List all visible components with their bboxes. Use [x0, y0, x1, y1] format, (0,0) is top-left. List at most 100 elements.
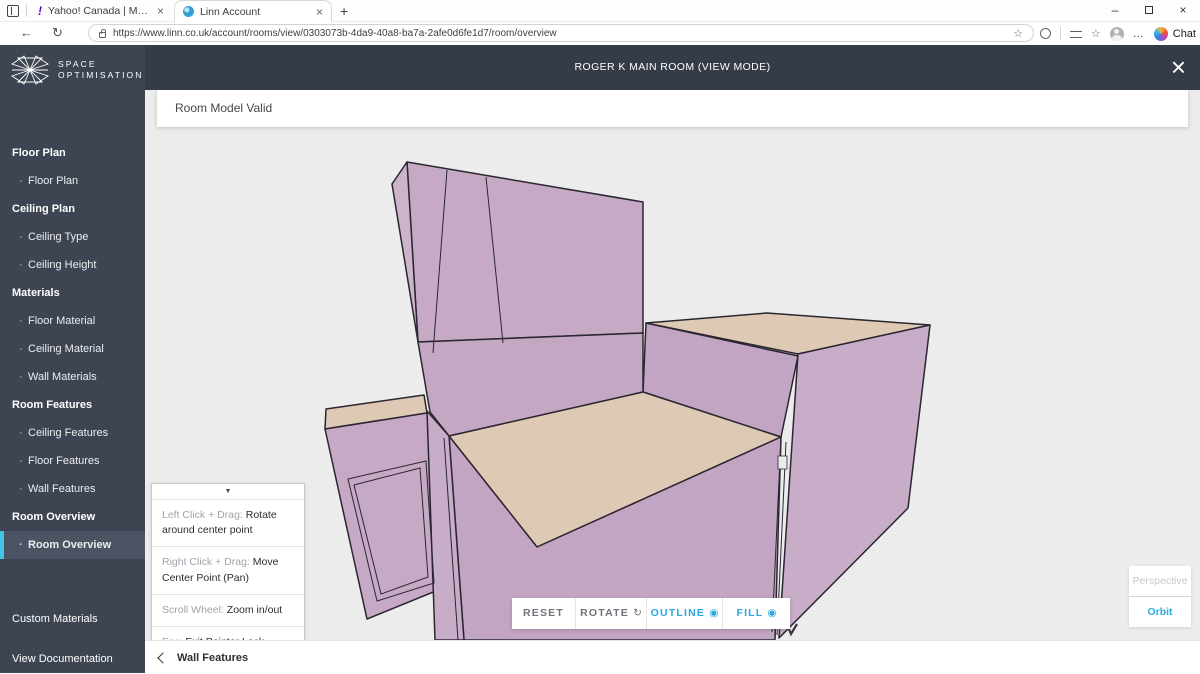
- camera-mode-buttons: Perspective Orbit: [1129, 566, 1191, 628]
- tab-actions-icon[interactable]: [7, 5, 19, 17]
- tab-linn-account[interactable]: Linn Account ×: [174, 0, 332, 22]
- sidebar-item-label: Ceiling Features: [28, 427, 108, 439]
- help-value: Zoom in/out: [227, 604, 282, 616]
- reset-button[interactable]: RESET: [512, 598, 575, 629]
- favorites-hub-icon[interactable]: ☆: [1091, 27, 1101, 40]
- collapse-caret-icon[interactable]: ▼: [152, 484, 304, 499]
- close-icon[interactable]: ×: [1171, 51, 1186, 83]
- rotate-icon: ↻: [633, 607, 642, 619]
- profile-avatar[interactable]: [1110, 27, 1124, 41]
- app-header: ROGER K MAIN ROOM (VIEW MODE) ×: [145, 45, 1200, 90]
- help-row-right-click-drag-: Right Click + Drag: Move Center Point (P…: [152, 546, 304, 593]
- reload-icon[interactable]: ↻: [52, 25, 63, 41]
- linn-favicon-icon: [183, 6, 194, 17]
- browser-essentials-icon[interactable]: [1040, 28, 1051, 39]
- sidebar-item-ceiling-type[interactable]: ·Ceiling Type: [0, 223, 145, 251]
- sidebar-section-materials: Materials: [0, 279, 145, 307]
- sidebar-section-ceiling-plan: Ceiling Plan: [0, 195, 145, 223]
- restore-button[interactable]: [1132, 0, 1166, 22]
- radio-on-icon: ◉: [767, 607, 776, 619]
- tab-title: Yahoo! Canada | Mail, Weather, Se: [48, 5, 151, 17]
- help-row-left-click-drag-: Left Click + Drag: Rotate around center …: [152, 499, 304, 546]
- sidebar-item-floor-features[interactable]: ·Floor Features: [0, 447, 145, 475]
- window-controls: – ×: [1098, 0, 1200, 22]
- linn-logo-icon: [10, 54, 50, 86]
- sidebar-item-wall-features[interactable]: · Wall Features: [0, 475, 145, 503]
- lock-icon: [99, 32, 106, 38]
- favorites-star-icon[interactable]: ☆: [1013, 27, 1023, 40]
- radio-on-icon: ◉: [709, 607, 718, 619]
- copilot-chat-button[interactable]: Chat: [1154, 27, 1196, 41]
- help-label: Left Click + Drag:: [162, 509, 246, 521]
- perspective-button[interactable]: Perspective: [1129, 566, 1191, 596]
- extensions-icon[interactable]: [1070, 29, 1082, 39]
- minimize-button[interactable]: –: [1098, 0, 1132, 22]
- divider: [1060, 27, 1061, 40]
- help-label: Scroll Wheel:: [162, 604, 227, 616]
- back-icon[interactable]: ←: [20, 25, 33, 40]
- divider: [26, 4, 27, 17]
- bullet-icon: ·: [19, 363, 23, 391]
- room-title: ROGER K MAIN ROOM (VIEW MODE): [145, 45, 1200, 90]
- status-banner: Room Model Valid: [157, 90, 1188, 127]
- back-label: Wall Features: [177, 652, 248, 664]
- sidebar-item-label: Ceiling Type: [28, 231, 88, 243]
- navbar-right-icons: ☆ … Chat: [1040, 22, 1196, 45]
- back-wall-features-link[interactable]: Wall Features: [159, 641, 248, 674]
- sidebar-item-ceiling-features[interactable]: · Ceiling Features: [0, 419, 145, 447]
- fill-toggle-button[interactable]: FILL ◉: [722, 598, 790, 629]
- help-row-scroll-wheel-: Scroll Wheel: Zoom in/out: [152, 594, 304, 626]
- sidebar-section-floor-plan: Floor Plan: [0, 139, 145, 167]
- help-row-esc-: Esc: Exit Pointer Lock: [152, 626, 304, 640]
- tab-title: Linn Account: [200, 6, 310, 18]
- copilot-chat-label: Chat: [1173, 28, 1196, 40]
- controls-help-panel: ▼ Left Click + Drag: Rotate around cente…: [151, 483, 305, 640]
- wall-notch-gap: [778, 456, 787, 469]
- tower-front-wall: [407, 162, 643, 342]
- right-box-right-wall: [779, 325, 930, 638]
- sidebar-section-room-overview: Room Overview: [0, 503, 145, 531]
- chevron-left-icon: [157, 652, 168, 663]
- address-bar[interactable]: https://www.linn.co.uk/account/rooms/vie…: [88, 24, 1034, 42]
- sidebar-item-label: Wall Materials: [28, 371, 97, 383]
- sidebar-item-label: Ceiling Height: [28, 259, 96, 271]
- browser-navbar: ← ↻ https://www.linn.co.uk/account/rooms…: [0, 22, 1200, 45]
- bullet-icon: ·: [19, 167, 23, 195]
- sidebar-item-room-overview[interactable]: · Room Overview: [0, 531, 145, 559]
- close-window-button[interactable]: ×: [1166, 0, 1200, 22]
- sidebar-item-label: Wall Features: [28, 483, 95, 495]
- sidebar-item-label: Floor Features: [28, 455, 100, 467]
- orbit-button[interactable]: Orbit: [1129, 597, 1191, 627]
- bullet-icon: ·: [19, 475, 23, 503]
- url-text[interactable]: https://www.linn.co.uk/account/rooms/vie…: [113, 28, 1006, 39]
- room-3d-viewport[interactable]: Room Model Valid ▼ Left Click + Drag: Ro…: [145, 90, 1200, 640]
- bullet-icon: ·: [19, 307, 23, 335]
- sidebar-item-label: Ceiling Material: [28, 343, 104, 355]
- bullet-icon: ·: [19, 531, 23, 559]
- more-menu-icon[interactable]: …: [1133, 28, 1145, 40]
- sidebar-item-custom-materials[interactable]: Custom Materials: [0, 605, 145, 633]
- outline-toggle-button[interactable]: OUTLINE ◉: [646, 598, 722, 629]
- sidebar-item-label: Room Overview: [28, 539, 111, 551]
- rotate-button[interactable]: ROTATE ↻: [575, 598, 646, 629]
- sidebar-item-wall-materials[interactable]: · Wall Materials: [0, 363, 145, 391]
- new-tab-button[interactable]: +: [340, 3, 348, 19]
- sidebar-item-floor-plan[interactable]: ·Floor Plan: [0, 167, 145, 195]
- close-tab-icon[interactable]: ×: [316, 5, 323, 19]
- bullet-icon: ·: [19, 419, 23, 447]
- sidebar-item-ceiling-height[interactable]: ·Ceiling Height: [0, 251, 145, 279]
- sidebar-item-floor-material[interactable]: ·Floor Material: [0, 307, 145, 335]
- sidebar-item-ceiling-material[interactable]: · Ceiling Material: [0, 335, 145, 363]
- tab-yahoo[interactable]: ! Yahoo! Canada | Mail, Weather, Se ×: [30, 0, 172, 22]
- status-text: Room Model Valid: [175, 101, 272, 115]
- sidebar-nav: Floor Plan·Floor PlanCeiling Plan·Ceilin…: [0, 139, 145, 559]
- logo-block: SPACE OPTIMISATION: [0, 45, 145, 95]
- bottom-bar: Wall Features: [145, 640, 1200, 673]
- help-label: Right Click + Drag:: [162, 556, 253, 568]
- bullet-icon: ·: [19, 335, 23, 363]
- logo-text: SPACE OPTIMISATION: [58, 59, 144, 81]
- close-tab-icon[interactable]: ×: [157, 4, 164, 18]
- sidebar-item-view-documentation[interactable]: View Documentation: [0, 645, 145, 673]
- sidebar: SPACE OPTIMISATION Floor Plan·Floor Plan…: [0, 45, 145, 673]
- sidebar-section-room-features: Room Features: [0, 391, 145, 419]
